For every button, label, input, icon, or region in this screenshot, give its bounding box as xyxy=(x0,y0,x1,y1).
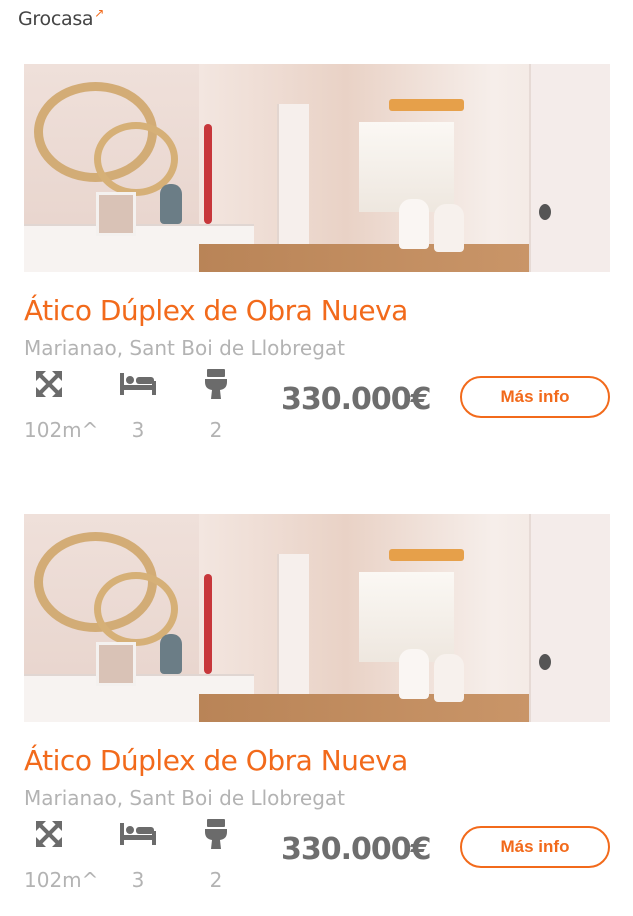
listing-title[interactable]: Ático Dúplex de Obra Nueva xyxy=(24,294,610,328)
bedrooms-feature: 3 xyxy=(118,814,158,892)
listing-price: 330.000€ xyxy=(281,832,432,867)
bedrooms-value: 3 xyxy=(131,868,145,892)
more-info-button[interactable]: Más info xyxy=(460,376,610,418)
expand-arrows-icon xyxy=(24,364,74,404)
area-value: 102m^ xyxy=(24,868,99,892)
listing-title[interactable]: Ático Dúplex de Obra Nueva xyxy=(24,744,610,778)
toilet-icon xyxy=(196,814,236,854)
more-info-button[interactable]: Más info xyxy=(460,826,610,868)
logo-arrow-icon: ↗ xyxy=(94,6,105,20)
property-photo[interactable] xyxy=(24,514,610,722)
grocasa-logo[interactable]: Grocasa↗ xyxy=(18,6,105,30)
bedrooms-value: 3 xyxy=(131,418,145,442)
bathrooms-feature: 2 xyxy=(196,364,236,442)
listing-card[interactable]: Ático Dúplex de Obra Nueva Marianao, San… xyxy=(24,514,610,904)
toilet-icon xyxy=(196,364,236,404)
property-photo[interactable] xyxy=(24,64,610,272)
area-feature: 102m^ xyxy=(24,364,98,442)
listing-location: Marianao, Sant Boi de Llobregat xyxy=(24,786,345,810)
listing-details: 102m^ 3 2 330.000€ Más info xyxy=(24,814,610,904)
listing-card[interactable]: Ático Dúplex de Obra Nueva Marianao, San… xyxy=(24,64,610,454)
bedrooms-feature: 3 xyxy=(118,364,158,442)
bed-icon xyxy=(118,814,158,854)
bathrooms-value: 2 xyxy=(209,418,223,442)
area-value: 102m^ xyxy=(24,418,99,442)
listing-price: 330.000€ xyxy=(281,382,432,417)
expand-arrows-icon xyxy=(24,814,74,854)
bathrooms-feature: 2 xyxy=(196,814,236,892)
listing-location: Marianao, Sant Boi de Llobregat xyxy=(24,336,345,360)
listing-details: 102m^ 3 2 330.000€ Más info xyxy=(24,364,610,454)
bed-icon xyxy=(118,364,158,404)
logo-text: Grocasa xyxy=(18,8,94,30)
area-feature: 102m^ xyxy=(24,814,98,892)
bathrooms-value: 2 xyxy=(209,868,223,892)
